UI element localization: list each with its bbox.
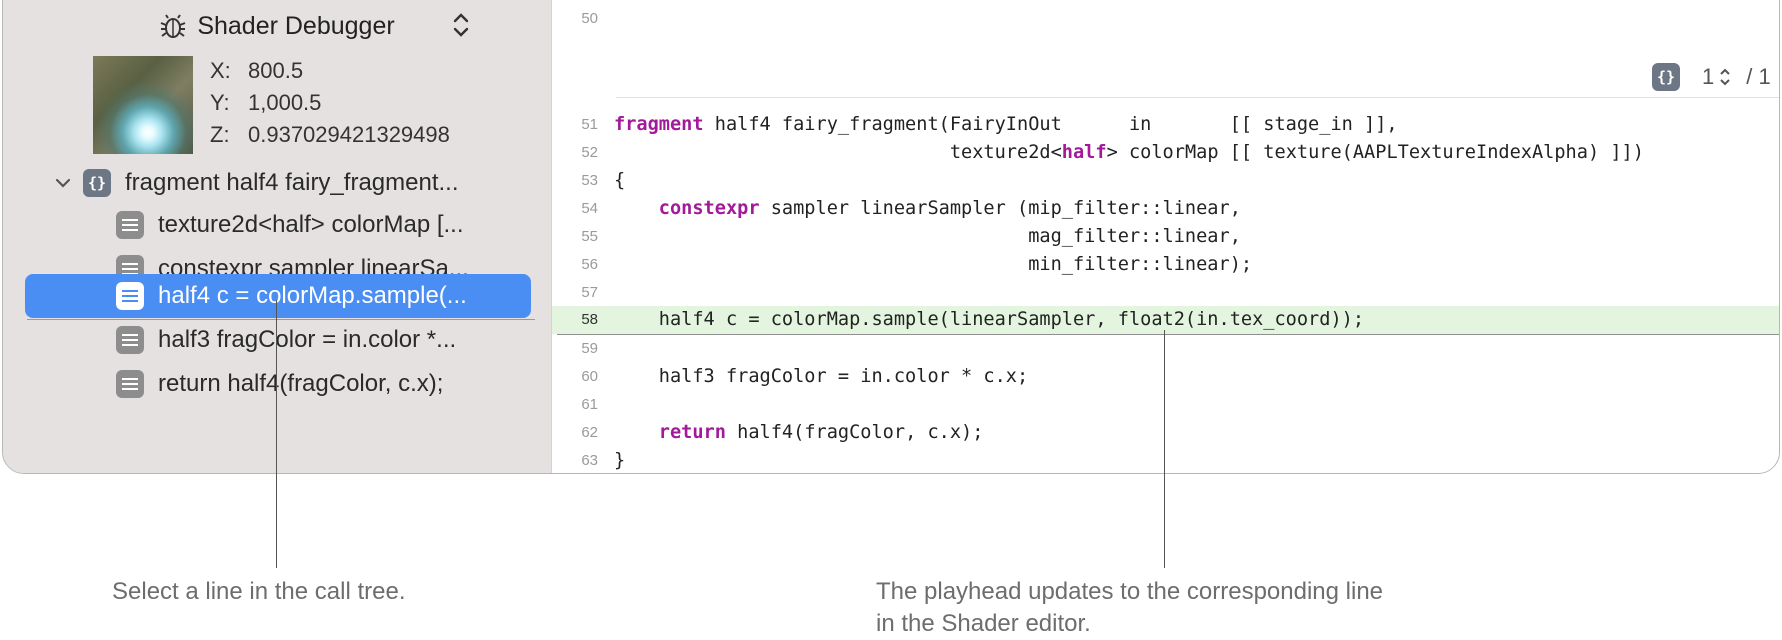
code-line[interactable]: 59 [552, 335, 1779, 363]
line-icon [116, 370, 144, 398]
braces-icon: {} [1652, 63, 1680, 91]
braces-icon: {} [83, 169, 111, 197]
line-number: 52 [581, 144, 598, 161]
call-tree-function[interactable]: {} fragment half4 fairy_fragment... [53, 161, 459, 205]
code-text: } [614, 450, 626, 471]
line-number: 56 [581, 256, 598, 273]
code-text: constexpr sampler linearSampler (mip_fil… [658, 198, 1241, 219]
code-text: half3 fragColor = in.color * c.x; [614, 366, 1029, 387]
code-line[interactable]: 61 [552, 391, 1779, 419]
line-number: 61 [581, 396, 598, 413]
line-number: 57 [581, 284, 598, 301]
navigator-total: / 1 [1746, 64, 1771, 89]
sidebar-title: Shader Debugger [197, 11, 395, 40]
shader-debugger-window: Shader Debugger X: 800.5 Y: 1,000.5 Z: 0… [2, 0, 1780, 474]
bug-icon [160, 14, 186, 38]
code-line[interactable]: 62 return half4(fragColor, c.x); [552, 419, 1779, 447]
editor-scope-bar [616, 97, 1779, 98]
code-line[interactable]: 57 [552, 279, 1779, 307]
line-icon [116, 326, 144, 354]
code-line[interactable]: 50 [552, 5, 1779, 33]
call-tree-label: return half4(fragColor, c.x); [158, 370, 444, 397]
line-number: 54 [581, 200, 598, 217]
line-number: 63 [581, 452, 598, 469]
line-number: 59 [581, 340, 598, 357]
coord-z: Z: 0.937029421329498 [210, 122, 450, 147]
call-tree-item[interactable]: return half4(fragColor, c.x); [116, 362, 443, 406]
code-text: { [614, 170, 626, 191]
code-text: fragment half4 fairy_fragment(FairyInOut… [614, 114, 1398, 135]
code-text: mag_filter::linear, [614, 226, 1241, 247]
sidebar-header[interactable]: Shader Debugger [3, 1, 551, 51]
code-line[interactable]: 63} [552, 447, 1779, 473]
navigator-index: 1 [1702, 64, 1715, 89]
function-navigator[interactable]: {} 1 / 1 [1652, 63, 1771, 91]
shader-editor[interactable]: {} 1 / 1 49}5051fragment half4 fairy_fra… [552, 0, 1779, 473]
code-text: return half4(fragColor, c.x); [658, 422, 984, 443]
line-number: 51 [581, 116, 598, 133]
coord-y: Y: 1,000.5 [210, 90, 322, 115]
call-tree-label: texture2d<half> colorMap [... [158, 211, 464, 238]
line-icon [116, 211, 144, 239]
code-line[interactable]: 53 { [552, 167, 1779, 195]
chevron-up-down-icon[interactable] [1718, 66, 1732, 88]
line-number: 62 [581, 424, 598, 441]
pixel-coordinates: X: 800.5 Y: 1,000.5 Z: 0.937029421329498 [210, 55, 450, 151]
call-tree-label: half3 fragColor = in.color *... [158, 326, 457, 353]
code-line[interactable]: 52 texture2d<half> colorMap [[ texture(A… [552, 139, 1779, 167]
line-number: 60 [581, 368, 598, 385]
debugger-sidebar: Shader Debugger X: 800.5 Y: 1,000.5 Z: 0… [3, 0, 552, 473]
chevron-up-down-icon[interactable] [451, 10, 471, 40]
line-number: 55 [581, 228, 598, 245]
call-tree-item[interactable]: half3 fragColor = in.color *... [116, 318, 456, 362]
call-tree-item[interactable]: texture2d<half> colorMap [... [116, 203, 464, 247]
code-line[interactable]: 56 min_filter::linear); [552, 251, 1779, 279]
coord-x: X: 800.5 [210, 58, 304, 83]
line-icon [116, 282, 144, 310]
line-number: 53 [581, 172, 598, 189]
code-line[interactable]: 51 fragment half4 fairy_fragment(FairyInO… [552, 111, 1779, 139]
caption-call-tree: Select a line in the call tree. [112, 578, 406, 605]
chevron-down-icon[interactable] [53, 173, 73, 193]
callout-line-left [276, 300, 277, 568]
code-line-highlighted[interactable]: 58 half4 c = colorMap.sample(linearSampl… [552, 306, 1779, 334]
call-tree-item-selected[interactable]: half4 c = colorMap.sample(... [25, 274, 531, 318]
call-tree-label: fragment half4 fairy_fragment... [125, 169, 459, 196]
pixel-thumbnail [93, 56, 193, 154]
code-line[interactable]: 55 mag_filter::linear, [552, 223, 1779, 251]
code-line[interactable]: 60 half3 fragColor = in.color * c.x; [552, 363, 1779, 391]
line-number: 58 [581, 311, 598, 328]
caption-playhead: The playhead updates to the correspondin… [876, 578, 1384, 637]
call-tree-label: half4 c = colorMap.sample(... [158, 282, 467, 309]
code-text: texture2d<half> colorMap [[ texture(AAPL… [614, 142, 1644, 163]
code-text: min_filter::linear); [614, 254, 1253, 275]
code-line[interactable]: 54 constexpr sampler linearSampler (mip_… [552, 195, 1779, 223]
code-text: half4 c = colorMap.sample(linearSampler,… [614, 309, 1365, 330]
callout-line-right [1164, 330, 1165, 568]
line-number: 50 [581, 10, 598, 27]
